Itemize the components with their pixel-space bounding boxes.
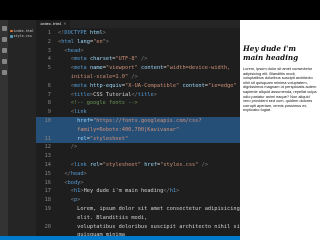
line-number: 7 bbox=[47, 91, 51, 98]
line-number: 19 bbox=[44, 205, 51, 212]
line-number: 20 bbox=[44, 223, 51, 230]
code-line[interactable]: family=Roboto:400,700|Kavivanar" bbox=[36, 125, 240, 135]
code-area[interactable]: 1 <!DOCTYPE html> 2 <html lang="en"> 3 <head… bbox=[36, 29, 240, 236]
line-number: 18 bbox=[44, 197, 51, 204]
line-text: <body> bbox=[64, 179, 84, 186]
code-line[interactable]: 13 bbox=[36, 152, 240, 161]
file-explorer: index.html style.css bbox=[8, 20, 36, 236]
line-number: 1 bbox=[47, 30, 51, 36]
line-text: <h1>Hey dude i'm main heading</h1> bbox=[70, 188, 180, 195]
line-text: <link rel="stylesheet" href="styles.css"… bbox=[70, 161, 209, 168]
code-editor[interactable]: index.html × 1 <!DOCTYPE html> 2 <html lang… bbox=[36, 20, 240, 236]
status-bar bbox=[0, 236, 240, 240]
line-number: 4 bbox=[47, 56, 51, 63]
code-line[interactable]: 3 <head> bbox=[36, 47, 240, 56]
line-text: <p> bbox=[70, 197, 81, 204]
line-text: <!-- google fonts --> bbox=[70, 100, 138, 107]
preview-paragraph: Lorem, ipsum dolor sit amet consectetur … bbox=[243, 66, 317, 113]
line-number: 14 bbox=[44, 161, 51, 168]
code-line[interactable]: 16 <body> bbox=[36, 179, 240, 188]
code-line[interactable]: 10 href="https://fonts.googleapis.com/cs… bbox=[36, 116, 240, 126]
code-line[interactable]: 9 <link bbox=[36, 108, 240, 117]
activity-bar bbox=[0, 20, 8, 236]
code-line[interactable]: 8 <!-- google fonts --> bbox=[36, 99, 240, 108]
tab-index-html[interactable]: index.html × bbox=[36, 20, 71, 28]
explorer-file-styles[interactable]: style.css bbox=[8, 34, 36, 40]
code-line[interactable]: 6 <meta http-equiv="X-UA-Compatible" con… bbox=[36, 82, 240, 91]
files-icon[interactable] bbox=[1, 26, 7, 31]
browser-preview: Hey dude i'm main heading Lorem, ipsum d… bbox=[240, 20, 320, 240]
line-text: href="https://fonts.googleapis.com/css? bbox=[77, 117, 202, 124]
css-file-icon bbox=[10, 35, 13, 38]
code-line[interactable]: 2 <html lang="en"> bbox=[36, 38, 240, 47]
code-line[interactable]: elit. Blanditiis modi, bbox=[36, 214, 240, 223]
code-line[interactable]: 14 <link rel="stylesheet" href="styles.c… bbox=[36, 161, 240, 170]
editor-tabs: index.html × bbox=[36, 20, 240, 28]
line-text: <meta charset="UTF-8" /> bbox=[70, 56, 148, 63]
code-line[interactable]: 5 <meta name="viewport" content="width=d… bbox=[36, 64, 240, 73]
line-number: 8 bbox=[47, 100, 51, 107]
code-line[interactable]: 19 Lorem, ipsum dolor sit amet consectet… bbox=[36, 205, 240, 214]
line-number: 15 bbox=[44, 170, 51, 177]
code-line[interactable]: 11 rel="stylesheet" bbox=[36, 134, 240, 144]
code-line[interactable]: 18 <p> bbox=[36, 196, 240, 205]
line-number: 16 bbox=[44, 179, 51, 186]
code-line[interactable]: 15 </head> bbox=[36, 170, 240, 179]
line-text: <link bbox=[70, 109, 87, 116]
line-number: 6 bbox=[47, 82, 51, 89]
code-line[interactable]: 1 <!DOCTYPE html> bbox=[36, 29, 240, 38]
line-number: 3 bbox=[47, 47, 51, 54]
line-number: 13 bbox=[44, 153, 51, 160]
line-number: 2 bbox=[47, 38, 51, 45]
screen-top-bar bbox=[0, 0, 320, 20]
line-text: <html lang="en"> bbox=[58, 38, 110, 45]
line-number: 17 bbox=[44, 188, 51, 195]
line-text: Lorem, ipsum dolor sit amet consectetur … bbox=[77, 205, 240, 212]
code-line[interactable]: initial-scale=1.0" /> bbox=[36, 73, 240, 82]
line-number: 9 bbox=[47, 109, 51, 116]
code-line[interactable]: 7 <title>CSS Tutorial</title> bbox=[36, 91, 240, 100]
code-line[interactable]: 20 voluptatibus doloribus suscipit archi… bbox=[36, 223, 240, 232]
line-text: initial-scale=1.0" /> bbox=[70, 73, 138, 80]
code-line[interactable]: 12 /> bbox=[36, 143, 240, 152]
search-icon[interactable] bbox=[1, 37, 7, 42]
file-name: index.html bbox=[13, 28, 34, 33]
line-text: <!DOCTYPE html> bbox=[58, 30, 106, 36]
html-file-icon bbox=[10, 29, 13, 33]
line-text: elit. Blanditiis modi, bbox=[77, 214, 148, 221]
preview-heading: Hey dude i'm main heading bbox=[243, 44, 299, 62]
code-line[interactable]: 17 <h1>Hey dude i'm main heading</h1> bbox=[36, 187, 240, 196]
tab-label: index.html bbox=[40, 22, 62, 26]
close-icon[interactable]: × bbox=[64, 20, 66, 28]
extensions-icon[interactable] bbox=[1, 70, 7, 75]
line-text: </head> bbox=[64, 170, 87, 177]
debug-icon[interactable] bbox=[1, 59, 7, 64]
line-text: voluptatibus doloribus suscipit architec… bbox=[77, 223, 240, 230]
line-text: /> bbox=[70, 144, 78, 151]
line-number: 10 bbox=[44, 117, 51, 124]
line-text: <title>CSS Tutorial</title> bbox=[70, 91, 157, 98]
line-text: rel="stylesheet" bbox=[77, 135, 129, 142]
line-text: <meta name="viewport" content="width=dev… bbox=[70, 65, 231, 72]
file-name: style.css bbox=[13, 34, 32, 39]
line-text: <meta http-equiv="X-UA-Compatible" conte… bbox=[70, 82, 240, 89]
line-number: 12 bbox=[44, 144, 51, 151]
source-control-icon[interactable] bbox=[1, 48, 7, 53]
line-text: family=Roboto:400,700|Kavivanar" bbox=[77, 126, 180, 133]
code-line[interactable]: 4 <meta charset="UTF-8" /> bbox=[36, 55, 240, 64]
line-number: 11 bbox=[44, 135, 51, 142]
line-text: <head> bbox=[64, 47, 84, 54]
line-number: 5 bbox=[47, 65, 51, 72]
